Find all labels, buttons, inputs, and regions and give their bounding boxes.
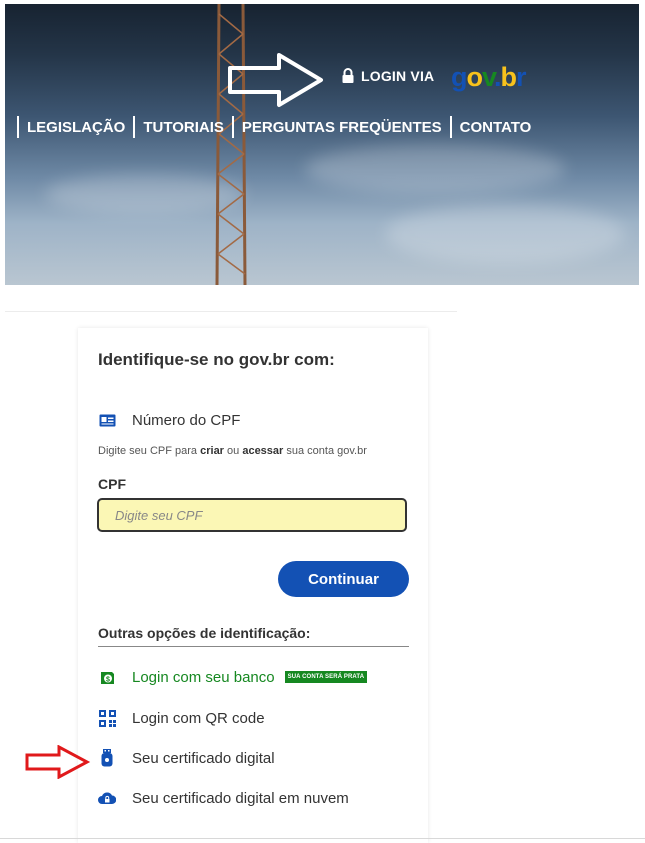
divider <box>0 838 645 839</box>
cloud-certificate-option[interactable]: Seu certificado digital em nuvem <box>98 789 349 807</box>
other-options-title: Outras opções de identificação: <box>98 625 311 641</box>
lock-icon <box>342 68 354 83</box>
nav-item-legislacao[interactable]: LEGISLAÇÃO <box>27 119 125 136</box>
cpf-input[interactable] <box>97 498 407 532</box>
cloud-lock-icon <box>98 789 116 807</box>
qr-login-label: Login com QR code <box>132 709 265 727</box>
govbr-logo[interactable]: gov.br <box>451 62 526 93</box>
login-via-link[interactable]: LOGIN VIA <box>341 68 434 84</box>
hint-acessar: acessar <box>242 445 284 457</box>
hint-text: ou <box>223 445 243 457</box>
cloud <box>385 204 625 264</box>
qr-code-icon <box>98 709 116 727</box>
hint-text: Digite seu CPF para <box>98 445 201 457</box>
annotation-arrow-white-icon <box>228 53 323 107</box>
silver-account-badge: SUA CONTA SERÁ PRATA <box>284 671 368 683</box>
nav-item-tutoriais[interactable]: TUTORIAIS <box>143 119 224 136</box>
divider <box>5 311 457 312</box>
logo-letter: o <box>466 62 483 92</box>
logo-letter: g <box>451 62 467 92</box>
hero-banner: LOGIN VIA gov.br LEGISLAÇÃO TUTORIAIS PE… <box>5 4 639 285</box>
cpf-label: CPF <box>98 476 126 492</box>
bank-login-option[interactable]: $ Login com seu banco SUA CONTA SERÁ PRA… <box>98 668 368 686</box>
cloud <box>305 144 565 194</box>
divider <box>98 646 409 647</box>
logo-letter: b <box>500 62 517 92</box>
login-via-label: LOGIN VIA <box>361 68 435 84</box>
hint-criar: criar <box>200 445 224 457</box>
cpf-option-label: Número do CPF <box>132 411 241 429</box>
logo-letter: r <box>516 62 526 92</box>
usb-token-icon <box>98 749 116 767</box>
hint-text: sua conta gov.br <box>283 445 367 457</box>
cpf-hint: Digite seu CPF para criar ou acessar sua… <box>98 445 367 457</box>
logo-letter: v <box>482 62 495 92</box>
digital-certificate-option[interactable]: Seu certificado digital <box>98 749 275 767</box>
svg-text:$: $ <box>106 676 110 683</box>
login-card: Identifique-se no gov.br com: Número do … <box>78 328 428 843</box>
nav-divider <box>133 116 136 138</box>
antenna-tower-image <box>215 4 247 285</box>
digital-certificate-label: Seu certificado digital <box>132 749 275 767</box>
nav-divider <box>449 116 452 138</box>
bank-icon: $ <box>98 668 116 686</box>
top-nav: LEGISLAÇÃO TUTORIAIS PERGUNTAS FREQÜENTE… <box>9 116 531 138</box>
nav-divider <box>17 116 19 138</box>
card-title: Identifique-se no gov.br com: <box>98 350 335 369</box>
cpf-option[interactable]: Número do CPF <box>98 411 240 429</box>
nav-item-contato[interactable]: CONTATO <box>460 119 532 136</box>
cloud-certificate-label: Seu certificado digital em nuvem <box>132 789 349 807</box>
qr-login-option[interactable]: Login com QR code <box>98 709 265 727</box>
nav-divider <box>231 116 234 138</box>
continue-button[interactable]: Continuar <box>278 561 409 597</box>
id-card-icon <box>98 411 116 429</box>
bank-login-label: Login com seu banco <box>132 668 275 686</box>
annotation-arrow-red-icon <box>25 745 91 779</box>
nav-item-perguntas[interactable]: PERGUNTAS FREQÜENTES <box>242 119 442 136</box>
